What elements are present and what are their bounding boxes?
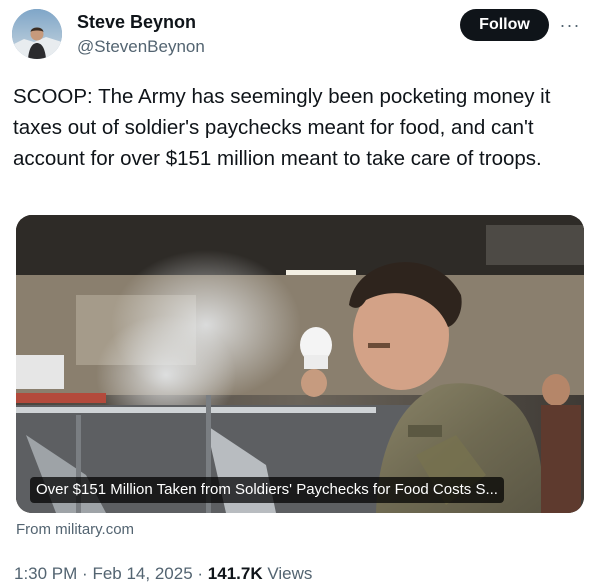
more-horizontal-icon[interactable]: ··· (557, 14, 583, 36)
tweet: Steve Beynon @StevenBeynon Follow ··· SC… (0, 0, 600, 588)
meta-separator: · (197, 564, 204, 583)
follow-button[interactable]: Follow (460, 9, 549, 41)
card-source[interactable]: From military.com (16, 521, 134, 538)
author-name[interactable]: Steve Beynon (77, 12, 196, 33)
avatar-image (12, 9, 62, 59)
tweet-time[interactable]: 1:30 PM (14, 564, 77, 583)
author-handle[interactable]: @StevenBeynon (77, 37, 205, 57)
meta-separator: · (82, 564, 88, 583)
card-image (16, 215, 584, 513)
views-label: Views (267, 564, 313, 583)
tweet-text: SCOOP: The Army has seemingly been pocke… (13, 85, 551, 170)
card-title[interactable]: Over $151 Million Taken from Soldiers' P… (30, 477, 504, 503)
tweet-date[interactable]: Feb 14, 2025 (92, 564, 192, 583)
views-count: 141.7K (207, 564, 263, 583)
tweet-meta: 1:30 PM · Feb 14, 2025 · 141.7K Views (14, 564, 312, 584)
avatar[interactable] (12, 9, 62, 59)
link-card[interactable]: Over $151 Million Taken from Soldiers' P… (16, 215, 584, 513)
